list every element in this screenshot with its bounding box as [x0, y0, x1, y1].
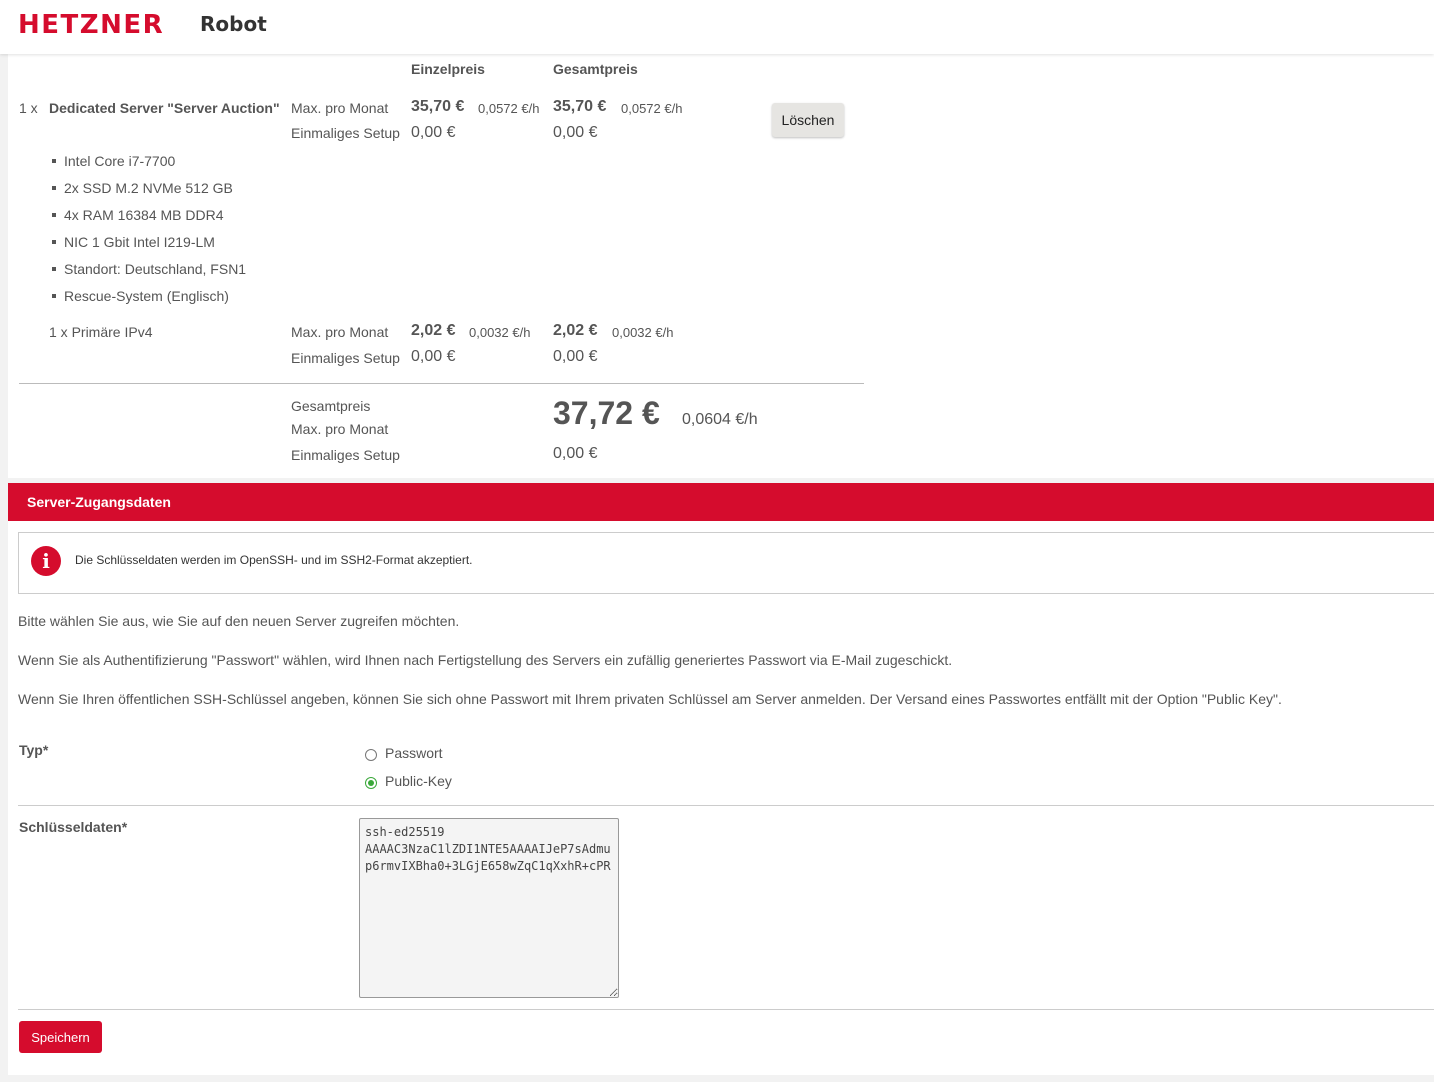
grand-total-label: Gesamtpreis	[291, 398, 371, 414]
public-key-paragraph: Wenn Sie Ihren öffentlichen SSH-Schlüsse…	[18, 691, 1282, 707]
grand-total-setup-price: 0,00 €	[553, 445, 598, 462]
ipv4-total-setup-price: 0,00 €	[553, 348, 598, 365]
delete-button[interactable]: Löschen	[772, 103, 844, 137]
server-total-monthly-price: 35,70 €	[553, 98, 607, 115]
server-unit-monthly-price: 35,70 €	[411, 98, 465, 115]
order-summary-panel: Einzelpreis Gesamtpreis 1 x Dedicated Se…	[8, 54, 1434, 478]
server-access-panel: Server-Zugangsdaten i Die Schlüsseldaten…	[8, 483, 1434, 1075]
spec-item-location: Standort: Deutschland, FSN1	[51, 261, 247, 277]
form-divider	[18, 805, 1434, 806]
server-unit-setup-price: 0,00 €	[411, 124, 456, 141]
server-unit-hourly-price: 0,0572 €/h	[478, 101, 540, 116]
ipv4-product-name: 1 x Primäre IPv4	[49, 324, 153, 340]
hetzner-logo[interactable]: HETZNER	[18, 10, 164, 40]
grand-total-hourly-price: 0,0604 €/h	[682, 411, 758, 428]
total-price-header: Gesamtpreis	[553, 61, 638, 77]
intro-paragraph: Bitte wählen Sie aus, wie Sie auf den ne…	[18, 613, 460, 629]
server-product-name: Dedicated Server "Server Auction"	[49, 100, 280, 116]
ipv4-total-monthly-price: 2,02 €	[553, 322, 598, 339]
grand-total-monthly-label: Max. pro Monat	[291, 421, 389, 437]
ipv4-unit-setup-price: 0,00 €	[411, 348, 456, 365]
key-data-textarea[interactable]: ssh-ed25519 AAAAC3NzaC1lZDI1NTE5AAAAIJeP…	[359, 818, 619, 998]
summary-divider	[19, 383, 864, 384]
spec-item-ram: 4x RAM 16384 MB DDR4	[52, 207, 224, 223]
spec-item-nic: NIC 1 Gbit Intel I219-LM	[52, 234, 215, 250]
ipv4-unit-monthly-price: 2,02 €	[411, 322, 456, 339]
password-paragraph: Wenn Sie als Authentifizierung "Passwort…	[18, 652, 953, 668]
section-header: Server-Zugangsdaten	[8, 483, 1434, 521]
ipv4-total-hourly-price: 0,0032 €/h	[612, 325, 674, 340]
info-box: i Die Schlüsseldaten werden im OpenSSH- …	[18, 532, 1434, 594]
grand-total-setup-label: Einmaliges Setup	[291, 447, 400, 463]
spec-item-rescue: Rescue-System (Englisch)	[52, 288, 229, 304]
ipv4-unit-hourly-price: 0,0032 €/h	[469, 325, 531, 340]
grand-total-monthly-price: 37,72 €	[553, 395, 660, 431]
form-divider	[18, 1009, 1434, 1010]
top-bar: HETZNER Robot	[0, 0, 1434, 54]
server-quantity: 1 x	[19, 100, 38, 116]
section-title: Server-Zugangsdaten	[27, 494, 171, 510]
product-name: Robot	[200, 12, 267, 36]
spec-item-cpu: Intel Core i7-7700	[51, 153, 176, 169]
ipv4-setup-label: Einmaliges Setup	[291, 350, 400, 366]
key-data-label: Schlüsseldaten*	[19, 819, 128, 835]
unit-price-header: Einzelpreis	[411, 61, 485, 77]
password-option-label[interactable]: Passwort	[385, 745, 443, 761]
server-total-hourly-price: 0,0572 €/h	[621, 101, 683, 116]
server-total-setup-price: 0,00 €	[553, 124, 598, 141]
public-key-radio[interactable]	[365, 777, 377, 789]
info-message: Die Schlüsseldaten werden im OpenSSH- un…	[75, 553, 473, 567]
server-setup-label: Einmaliges Setup	[291, 125, 400, 141]
public-key-option-label[interactable]: Public-Key	[385, 773, 452, 789]
type-label: Typ*	[19, 742, 49, 758]
server-monthly-label: Max. pro Monat	[291, 100, 389, 116]
password-radio[interactable]	[365, 749, 377, 761]
spec-item-ssd: 2x SSD M.2 NVMe 512 GB	[52, 180, 233, 196]
info-icon: i	[31, 546, 61, 576]
ipv4-monthly-label: Max. pro Monat	[291, 324, 389, 340]
save-button[interactable]: Speichern	[19, 1021, 102, 1053]
